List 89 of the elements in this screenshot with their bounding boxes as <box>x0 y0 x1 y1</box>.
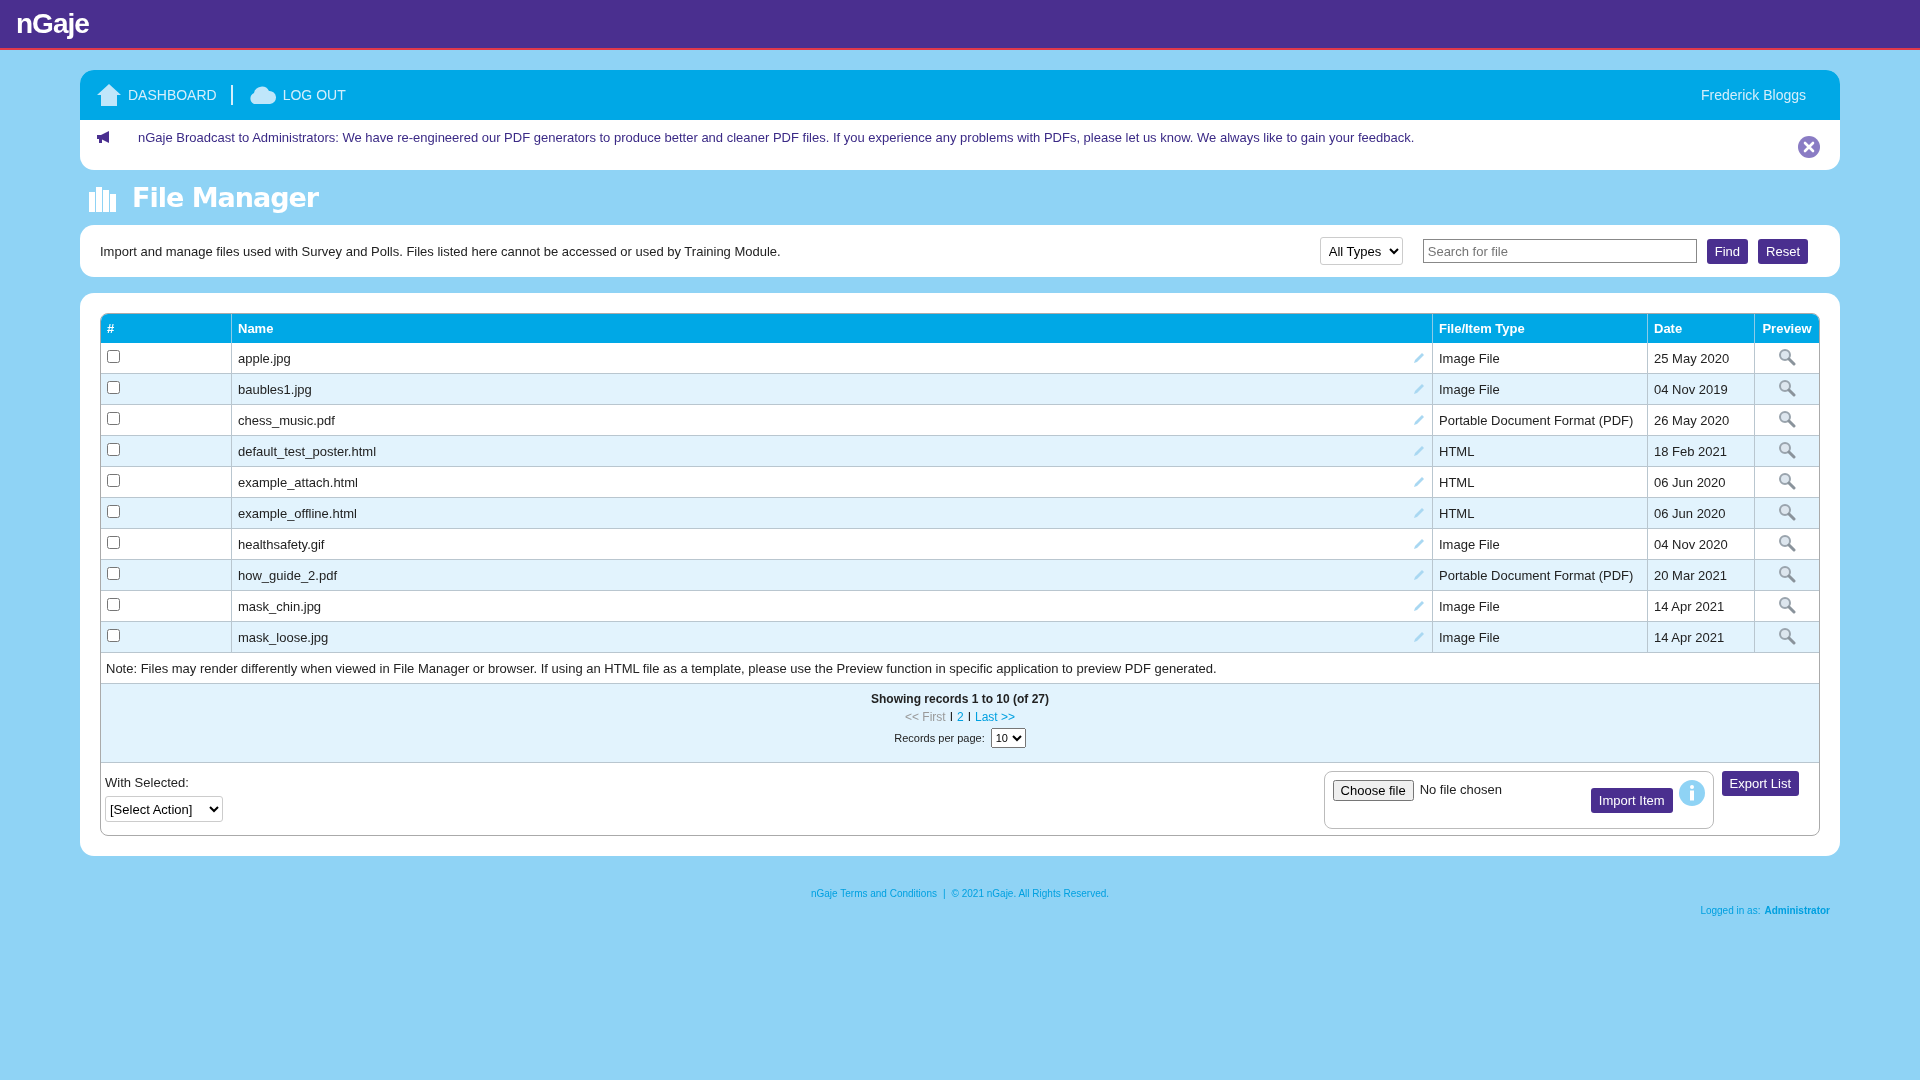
column-header[interactable]: Name <box>231 314 1433 343</box>
file-name: healthsafety.gif <box>238 536 325 552</box>
page-link[interactable]: Last >> <box>975 710 1016 724</box>
row-checkbox[interactable] <box>107 443 120 456</box>
column-header[interactable]: File/Item Type <box>1432 314 1648 343</box>
logged-in-label: Logged in as: <box>1700 905 1761 916</box>
row-checkbox[interactable] <box>107 598 120 611</box>
row-checkbox[interactable] <box>107 567 120 580</box>
file-date: 04 Nov 2019 <box>1647 373 1755 405</box>
search-icon[interactable] <box>1778 626 1796 645</box>
file-date: 26 May 2020 <box>1647 404 1755 436</box>
action-select[interactable]: [Select Action] <box>105 796 223 822</box>
per-page-label: Records per page: <box>894 732 985 744</box>
export-button[interactable]: Export List <box>1721 771 1799 796</box>
file-date: 18 Feb 2021 <box>1647 435 1755 467</box>
note-text: Note: Files may render differently when viewed in File Manager or browser. If using an HTML file as a template, please use the Preview function in specific application to preview PDF generated. <box>101 652 1819 684</box>
info-icon[interactable] <box>1678 780 1705 806</box>
row-checkbox[interactable] <box>107 381 120 394</box>
file-type: Portable Document Format (PDF) <box>1432 404 1648 436</box>
file-name: apple.jpg <box>238 350 291 366</box>
file-type: HTML <box>1432 497 1648 529</box>
broadcast-message: nGaje Broadcast to Administrators: We have re-engineered our PDF generators to produce better and cleaner PDF files. If you experience any problems with PDFs, please let us know. We always like to gain your feedback. <box>138 130 1416 145</box>
separator-text: I <box>949 710 953 724</box>
page-title: File Manager <box>132 182 319 213</box>
file-date: 06 Jun 2020 <box>1647 497 1755 529</box>
copyright-text: © 2021 nGaje. All Rights Reserved. <box>951 888 1110 899</box>
file-type: Image File <box>1432 590 1648 622</box>
file-name: how_guide_2.pdf <box>238 567 338 583</box>
file-name: example_attach.html <box>238 474 358 490</box>
file-date: 06 Jun 2020 <box>1647 466 1755 498</box>
search-icon[interactable] <box>1778 347 1796 366</box>
terms-link[interactable]: nGaje Terms and Conditions <box>810 888 937 899</box>
user-name[interactable]: Frederick Bloggs <box>1700 87 1806 103</box>
megaphone-icon <box>96 130 112 144</box>
records-summary: Showing records 1 to 10 (of 27) <box>871 692 1049 706</box>
import-button[interactable]: Import Item <box>1590 788 1673 813</box>
file-type: Image File <box>1432 621 1648 653</box>
description-text: Import and manage files used with Survey and Polls. Files listed here cannot be accessed or used by Training Module. <box>100 243 781 259</box>
type-select[interactable]: All Types <box>1319 237 1403 265</box>
with-selected-label: With Selected: <box>105 775 190 790</box>
file-name: default_test_poster.html <box>238 443 377 459</box>
search-icon[interactable] <box>1778 533 1796 552</box>
nav-link[interactable]: LOG OUT <box>246 85 346 105</box>
search-icon[interactable] <box>1778 471 1796 490</box>
file-date: 04 Nov 2020 <box>1647 528 1755 560</box>
logo[interactable]: nGaje <box>16 8 89 40</box>
separator-text: I <box>967 710 971 724</box>
file-date: 14 Apr 2021 <box>1647 590 1755 622</box>
file-type: Image File <box>1432 343 1648 374</box>
per-page-select[interactable]: 10 <box>990 728 1026 748</box>
search-icon[interactable] <box>1778 378 1796 397</box>
search-icon[interactable] <box>1778 440 1796 459</box>
nav-link[interactable]: DASHBOARD <box>96 83 217 107</box>
search-icon[interactable] <box>1778 595 1796 614</box>
column-header[interactable]: # <box>101 314 232 343</box>
filter-button[interactable]: Find <box>1706 238 1749 264</box>
row-checkbox[interactable] <box>107 474 120 487</box>
row-checkbox[interactable] <box>107 536 120 549</box>
file-name: mask_loose.jpg <box>238 629 329 645</box>
file-name: mask_chin.jpg <box>238 598 322 614</box>
file-date: 20 Mar 2021 <box>1647 559 1755 591</box>
row-checkbox[interactable] <box>107 505 120 518</box>
file-type: HTML <box>1432 466 1648 498</box>
row-checkbox[interactable] <box>107 412 120 425</box>
file-name: chess_music.pdf <box>238 412 335 428</box>
close-icon[interactable] <box>1798 136 1820 158</box>
separator-text: | <box>942 888 946 899</box>
row-checkbox[interactable] <box>107 350 120 363</box>
column-header[interactable]: Preview <box>1754 314 1819 343</box>
file-name: baubles1.jpg <box>238 381 312 397</box>
search-icon[interactable] <box>1778 564 1796 583</box>
filter-button[interactable]: Reset <box>1758 238 1808 264</box>
page-link[interactable]: 2 <box>957 710 964 724</box>
house-icon <box>96 83 122 107</box>
file-type: Portable Document Format (PDF) <box>1432 559 1648 591</box>
file-date: 14 Apr 2021 <box>1647 621 1755 653</box>
search-icon[interactable] <box>1778 409 1796 428</box>
file-type: Image File <box>1432 528 1648 560</box>
file-type: HTML <box>1432 435 1648 467</box>
file-name: example_offline.html <box>238 505 357 521</box>
column-header[interactable]: Date <box>1647 314 1755 343</box>
file-status: No file chosen <box>1419 781 1503 797</box>
choose-file-button[interactable]: Choose file <box>1332 780 1414 801</box>
search-icon[interactable] <box>1778 502 1796 521</box>
file-date: 25 May 2020 <box>1647 343 1755 374</box>
file-type: Image File <box>1432 373 1648 405</box>
logged-in-user: Administrator <box>1764 905 1830 916</box>
search-field[interactable]: Search for file <box>1422 239 1697 263</box>
row-checkbox[interactable] <box>107 629 120 642</box>
